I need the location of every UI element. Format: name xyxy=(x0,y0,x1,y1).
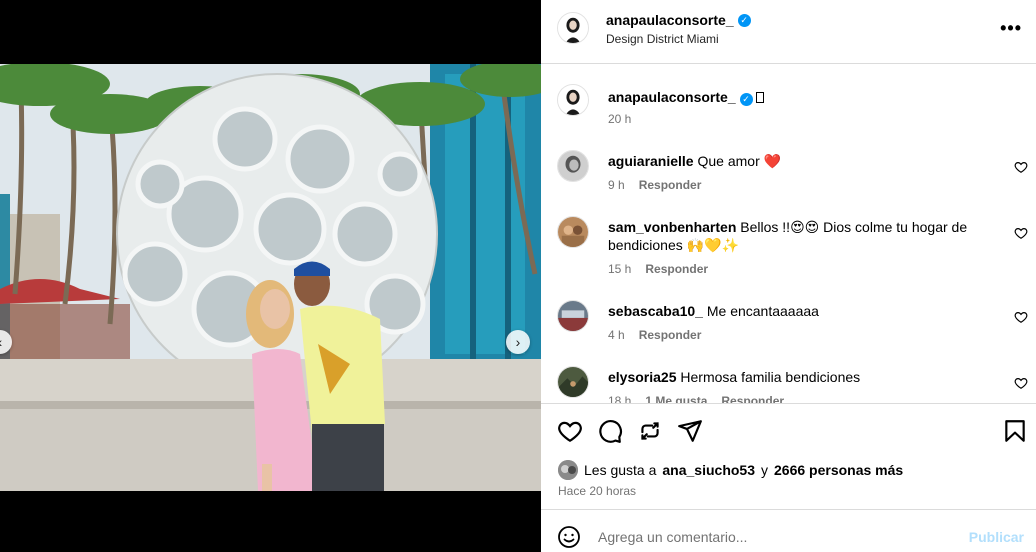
verified-icon: ✓ xyxy=(739,92,753,106)
likes-joiner: y xyxy=(761,462,768,478)
avatar[interactable] xyxy=(557,12,589,44)
reply-button[interactable]: Responder xyxy=(639,328,702,342)
post-media: ‹ › xyxy=(0,0,541,552)
comment-text: sam_vonbenharten Bellos !!😍😍 Dios colme … xyxy=(608,218,1008,254)
comment-icon[interactable] xyxy=(597,418,623,444)
heart-icon[interactable] xyxy=(1014,376,1028,390)
likes-prefix: Les gusta a xyxy=(584,462,657,478)
post-panel: anapaulaconsorte_ ✓ Design District Miam… xyxy=(541,0,1036,552)
comment-body: Hermosa familia bendiciones xyxy=(680,369,861,385)
comment-meta: 18 h 1 Me gusta Responder xyxy=(608,394,784,403)
username-text[interactable]: anapaulaconsorte_ xyxy=(606,12,734,28)
comment-body: Me encantaaaaaa xyxy=(706,303,819,319)
comment-meta: 4 h Responder xyxy=(608,328,701,342)
comment-text: elysoria25 Hermosa familia bendiciones xyxy=(608,368,1008,386)
more-icon[interactable]: ••• xyxy=(1000,18,1022,39)
avatar[interactable] xyxy=(558,460,578,480)
post-photo[interactable]: ‹ › xyxy=(0,64,541,491)
comment-text: aguiaranielle Que amor ❤️ xyxy=(608,152,1008,170)
avatar[interactable] xyxy=(557,300,589,332)
comments-list: anapaulaconsorte_ ✓ 20 h aguiaranielle Q… xyxy=(541,65,1036,403)
likes-others[interactable]: 2666 personas más xyxy=(774,462,903,478)
chevron-right-icon[interactable]: › xyxy=(506,330,530,354)
comment-username[interactable]: aguiaranielle xyxy=(608,153,694,169)
heart-icon[interactable] xyxy=(1014,160,1028,174)
comment-username[interactable]: sam_vonbenharten xyxy=(608,219,736,235)
caption-meta: 20 h xyxy=(608,112,631,126)
add-comment-bar: Publicar xyxy=(541,509,1036,552)
post-button[interactable]: Publicar xyxy=(969,529,1024,545)
caption-username[interactable]: anapaulaconsorte_ xyxy=(608,89,736,105)
caption-glyph xyxy=(756,92,765,103)
reply-button[interactable]: Responder xyxy=(639,178,702,192)
verified-icon: ✓ xyxy=(737,13,751,27)
bookmark-icon[interactable] xyxy=(1002,418,1028,444)
post-location[interactable]: Design District Miami xyxy=(606,32,719,46)
share-icon[interactable] xyxy=(637,418,663,444)
avatar[interactable] xyxy=(557,150,589,182)
comment-text: sebascaba10_ Me encantaaaaaa xyxy=(608,302,1008,320)
action-bar: Les gusta a ana_siucho53 y 2666 personas… xyxy=(541,403,1036,509)
heart-icon[interactable] xyxy=(557,418,583,444)
likes-summary: Les gusta a ana_siucho53 y 2666 personas… xyxy=(558,460,903,480)
comment-time[interactable]: 9 h xyxy=(608,178,625,192)
avatar[interactable] xyxy=(557,216,589,248)
comment-meta: 9 h Responder xyxy=(608,178,701,192)
post-timestamp[interactable]: Hace 20 horas xyxy=(558,484,636,498)
caption-text: anapaulaconsorte_ ✓ xyxy=(608,88,1008,106)
comment-likes[interactable]: 1 Me gusta xyxy=(645,394,707,403)
avatar[interactable] xyxy=(557,84,589,116)
reply-button[interactable]: Responder xyxy=(721,394,784,403)
comment-username[interactable]: sebascaba10_ xyxy=(608,303,703,319)
comment-time[interactable]: 15 h xyxy=(608,262,631,276)
photo-illustration xyxy=(0,64,541,491)
comment-body: Que amor ❤️ xyxy=(697,153,782,169)
post-username[interactable]: anapaulaconsorte_ ✓ xyxy=(606,12,751,28)
heart-icon[interactable] xyxy=(1014,310,1028,324)
post-header: anapaulaconsorte_ ✓ Design District Miam… xyxy=(541,0,1036,64)
caption-time[interactable]: 20 h xyxy=(608,112,631,126)
likes-user[interactable]: ana_siucho53 xyxy=(662,462,755,478)
emoji-icon[interactable] xyxy=(557,525,581,549)
heart-icon[interactable] xyxy=(1014,226,1028,240)
comment-time[interactable]: 4 h xyxy=(608,328,625,342)
send-icon[interactable] xyxy=(677,418,703,444)
comment-time[interactable]: 18 h xyxy=(608,394,631,403)
comment-meta: 15 h Responder xyxy=(608,262,708,276)
avatar[interactable] xyxy=(557,366,589,398)
comment-input[interactable] xyxy=(598,524,958,550)
reply-button[interactable]: Responder xyxy=(645,262,708,276)
comment-username[interactable]: elysoria25 xyxy=(608,369,677,385)
